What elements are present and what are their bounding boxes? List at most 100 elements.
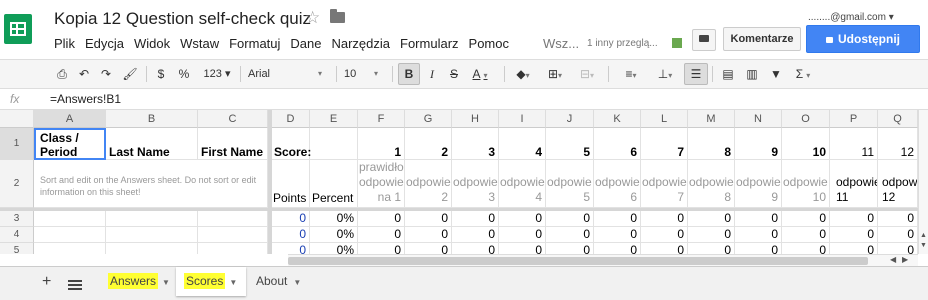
cell-question-number[interactable]: 2 [405, 128, 452, 160]
sheet-tab-about[interactable]: About ▼ [246, 267, 302, 296]
answer-value-cell[interactable]: 0 [358, 211, 405, 227]
row-header[interactable]: 2 [0, 160, 34, 208]
cell-answer-header[interactable]: odpowie 4 [499, 160, 546, 208]
column-header[interactable]: N [735, 110, 782, 128]
cell-a2-note[interactable]: Sort and edit on the Answers sheet. Do n… [34, 160, 268, 208]
row-header[interactable]: 3 [0, 211, 34, 227]
cell-answer-header[interactable]: odpowie 10 [782, 160, 830, 208]
vertical-scrollbar[interactable]: ▲ ▼ [918, 110, 928, 254]
empty-cell[interactable] [34, 227, 106, 243]
empty-cell[interactable] [106, 243, 198, 254]
paint-format-icon[interactable]: 🖌 [122, 64, 138, 84]
column-header[interactable]: B [106, 110, 198, 128]
answer-value-cell[interactable]: 0 [594, 211, 641, 227]
chevron-down-icon[interactable]: ▼ [293, 278, 301, 287]
row-header[interactable]: 5 [0, 243, 34, 254]
cell-f2[interactable]: prawidło odpowie na 1 [358, 160, 405, 208]
font-size-dropdown[interactable]: 10 ▾ [344, 64, 384, 84]
scroll-down-icon[interactable]: ▼ [920, 242, 927, 249]
column-header[interactable]: K [594, 110, 641, 128]
menu-insert[interactable]: Wstaw [180, 36, 219, 51]
italic-button[interactable]: I [424, 64, 440, 84]
column-header[interactable]: D [272, 110, 310, 128]
cell-a1[interactable]: Class / Period [34, 128, 106, 160]
empty-cell[interactable] [34, 211, 106, 227]
cell-answer-header[interactable]: odpowie 8 [688, 160, 735, 208]
answer-value-cell[interactable]: 0 [358, 243, 405, 254]
answer-value-cell[interactable]: 0 [878, 211, 918, 227]
menu-format[interactable]: Formatuj [229, 36, 280, 51]
currency-format-button[interactable]: $ [154, 64, 168, 84]
cell-d2[interactable]: Points [272, 160, 310, 208]
horizontal-scroll-thumb[interactable] [288, 257, 868, 265]
font-family-dropdown[interactable]: Arial ▾ [248, 64, 328, 84]
cell-d1[interactable]: Score: [272, 128, 311, 160]
borders-icon[interactable]: ⊞▾ [542, 64, 568, 84]
answer-value-cell[interactable]: 0 [452, 227, 499, 243]
scroll-right-icon[interactable]: ▶ [902, 255, 908, 264]
share-button[interactable]: Udostępnij [806, 25, 920, 53]
answer-value-cell[interactable]: 0 [546, 211, 594, 227]
select-all-corner[interactable] [0, 110, 34, 128]
points-cell[interactable]: 0 [272, 243, 310, 254]
chevron-down-icon[interactable]: ▼ [162, 278, 170, 287]
cell-b1[interactable]: Last Name [106, 128, 198, 160]
menu-all-changes[interactable]: Wsz... [543, 36, 579, 51]
answer-value-cell[interactable]: 0 [405, 211, 452, 227]
cell-question-number[interactable]: 6 [594, 128, 641, 160]
percent-format-button[interactable]: % [176, 64, 192, 84]
answer-value-cell[interactable]: 0 [688, 227, 735, 243]
answer-value-cell[interactable]: 0 [782, 243, 830, 254]
comments-button[interactable]: Komentarze [723, 27, 801, 51]
align-left-icon[interactable]: ≡▾ [618, 64, 644, 84]
percent-cell[interactable]: 0% [310, 227, 358, 243]
empty-cell[interactable] [198, 211, 268, 227]
answer-value-cell[interactable]: 0 [641, 243, 688, 254]
column-header[interactable]: C [198, 110, 268, 128]
cell-answer-header[interactable]: odpowie 6 [594, 160, 641, 208]
comment-icon[interactable] [692, 29, 716, 51]
empty-cell[interactable] [198, 243, 268, 254]
column-header[interactable]: A [34, 110, 106, 128]
filter-icon[interactable]: ▼ [768, 64, 784, 84]
cell-question-number[interactable]: 7 [641, 128, 688, 160]
cell-question-number[interactable]: 5 [546, 128, 594, 160]
menu-tools[interactable]: Narzędzia [331, 36, 390, 51]
sheets-logo-icon[interactable] [4, 14, 32, 44]
answer-value-cell[interactable]: 0 [546, 243, 594, 254]
answer-value-cell[interactable]: 0 [830, 243, 878, 254]
answer-value-cell[interactable]: 0 [830, 211, 878, 227]
percent-cell[interactable]: 0% [310, 211, 358, 227]
viewer-avatar[interactable] [672, 38, 682, 48]
answer-value-cell[interactable]: 0 [688, 243, 735, 254]
menu-help[interactable]: Pomoc [469, 36, 509, 51]
vertical-align-icon[interactable]: ⊥▾ [652, 64, 678, 84]
cell-question-number[interactable]: 11 [830, 128, 878, 160]
answer-value-cell[interactable]: 0 [594, 243, 641, 254]
insert-comment-icon[interactable]: ▤ [720, 64, 736, 84]
cell-question-number[interactable]: 3 [452, 128, 499, 160]
answer-value-cell[interactable]: 0 [735, 243, 782, 254]
empty-cell[interactable] [106, 211, 198, 227]
menu-edit[interactable]: Edycja [85, 36, 124, 51]
answer-value-cell[interactable]: 0 [735, 211, 782, 227]
cell-question-number[interactable]: 1 [358, 128, 405, 160]
scroll-up-icon[interactable]: ▲ [920, 232, 927, 239]
answer-value-cell[interactable]: 0 [735, 227, 782, 243]
column-header[interactable]: I [499, 110, 546, 128]
star-icon[interactable]: ☆ [305, 8, 320, 28]
cell-question-number[interactable]: 8 [688, 128, 735, 160]
menu-data[interactable]: Dane [290, 36, 321, 51]
menu-form[interactable]: Formularz [400, 36, 459, 51]
answer-value-cell[interactable]: 0 [405, 243, 452, 254]
answer-value-cell[interactable]: 0 [641, 211, 688, 227]
cell-answer-header[interactable]: odpowie 5 [546, 160, 594, 208]
answer-value-cell[interactable]: 0 [452, 243, 499, 254]
answer-value-cell[interactable]: 0 [782, 211, 830, 227]
text-color-button[interactable]: A ▾ [468, 64, 492, 84]
empty-cell[interactable] [106, 227, 198, 243]
column-header[interactable]: H [452, 110, 499, 128]
chevron-down-icon[interactable]: ▼ [229, 278, 237, 287]
column-header[interactable]: Q [878, 110, 918, 128]
answer-value-cell[interactable]: 0 [830, 227, 878, 243]
